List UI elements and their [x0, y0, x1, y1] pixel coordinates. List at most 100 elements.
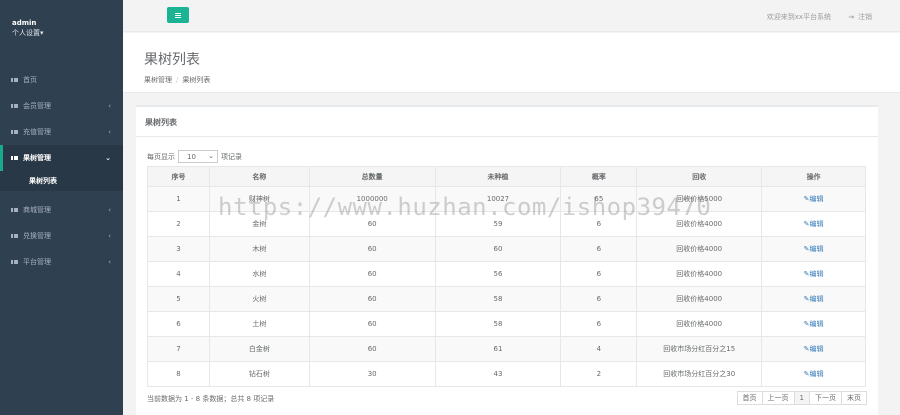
- grid-icon: [11, 233, 18, 239]
- table-cell: ✎编辑: [761, 186, 866, 212]
- sidebar-item-label: 首页: [23, 76, 37, 84]
- length-prefix: 每页显示: [147, 152, 175, 161]
- table-cell: 钻石树: [208, 361, 310, 387]
- table-header-row: 序号 名称 总数量 未种植 概率 回收 操作: [147, 166, 866, 187]
- table-cell: 木树: [208, 236, 310, 262]
- table-cell: 火树: [208, 286, 310, 312]
- edit-link[interactable]: ✎编辑: [804, 370, 824, 378]
- table-cell: ✎编辑: [761, 261, 866, 287]
- grid-icon: [11, 259, 18, 265]
- table-cell: 土树: [208, 311, 310, 337]
- table-cell: 6: [560, 311, 638, 337]
- table-cell: 58: [434, 286, 562, 312]
- pager-page-1[interactable]: 1: [793, 391, 810, 405]
- column-header[interactable]: 回收: [636, 166, 763, 187]
- sidebar-item-exchange[interactable]: 兑换管理 ‹: [0, 223, 123, 249]
- table-cell: 56: [434, 261, 562, 287]
- table-cell: ✎编辑: [761, 286, 866, 312]
- pager-first[interactable]: 首页: [736, 391, 763, 405]
- top-navbar: 欢迎来到xx平台系统 ⇥ 注销: [123, 0, 900, 32]
- breadcrumb-current: 果树列表: [182, 76, 211, 84]
- table-cell: 61: [434, 336, 562, 362]
- edit-link[interactable]: ✎编辑: [804, 245, 824, 253]
- edit-link[interactable]: ✎编辑: [804, 270, 824, 278]
- table-cell: 6: [147, 311, 210, 337]
- personal-settings-dropdown[interactable]: 个人设置▾: [12, 28, 123, 38]
- chevron-left-icon: ‹: [108, 258, 111, 266]
- page-heading: 果树列表 果树管理 / 果树列表: [123, 33, 900, 93]
- table-cell: 6: [560, 211, 638, 237]
- table-cell: 6: [560, 261, 638, 287]
- table-cell: 回收价格4000: [636, 261, 763, 287]
- table-info: 当前数据为 1 - 8 条数据；总共 8 项记录: [147, 395, 275, 403]
- chevron-left-icon: ‹: [108, 232, 111, 240]
- pagination: 首页 上一页 1 下一页 末页: [736, 391, 867, 405]
- username: admin: [12, 19, 37, 27]
- table-cell: 60: [308, 286, 436, 312]
- table-row: 6 土树 60 58 6 回收价格4000 ✎编辑: [147, 311, 866, 337]
- grid-icon: [11, 155, 18, 161]
- table-cell: 58: [434, 311, 562, 337]
- chevron-down-icon: ⌄: [105, 154, 111, 162]
- sidebar: admin 个人设置▾ 首页 会员管理 ‹ 充值管理 ‹ 果树管理 ⌄ 果树列表…: [0, 0, 123, 415]
- column-header[interactable]: 序号: [147, 166, 210, 187]
- breadcrumb-link[interactable]: 果树管理: [144, 76, 172, 84]
- table-cell: 回收价格4000: [636, 286, 763, 312]
- column-header[interactable]: 未种植: [434, 166, 562, 187]
- table-cell: 60: [308, 261, 436, 287]
- sign-out-icon: ⇥: [848, 13, 854, 21]
- fruit-tree-table: 序号 名称 总数量 未种植 概率 回收 操作 1 财神树 1000000 100…: [147, 166, 866, 387]
- sidebar-item-fruit-trees[interactable]: 果树管理 ⌄: [0, 145, 123, 171]
- page-length-select[interactable]: 10 ⌄: [178, 150, 218, 163]
- panel-title: 果树列表: [136, 107, 878, 137]
- chevron-left-icon: ‹: [108, 128, 111, 136]
- table-cell: 6: [560, 236, 638, 262]
- edit-link[interactable]: ✎编辑: [804, 320, 824, 328]
- table-cell: 30: [308, 361, 436, 387]
- edit-link[interactable]: ✎编辑: [804, 295, 824, 303]
- hamburger-icon: [175, 12, 181, 18]
- sidebar-item-members[interactable]: 会员管理 ‹: [0, 93, 123, 119]
- table-cell: 3: [147, 236, 210, 262]
- pager-next[interactable]: 下一页: [809, 391, 842, 405]
- sidebar-item-label: 商城管理: [23, 206, 51, 214]
- table-cell: 1000000: [308, 186, 436, 212]
- table-cell: 水树: [208, 261, 310, 287]
- length-suffix: 项记录: [221, 152, 242, 161]
- column-header[interactable]: 概率: [560, 166, 638, 187]
- table-cell: 回收价格4000: [636, 236, 763, 262]
- pager-prev[interactable]: 上一页: [761, 391, 795, 405]
- column-header[interactable]: 操作: [761, 166, 866, 187]
- sidebar-item-platform[interactable]: 平台管理 ‹: [0, 249, 123, 275]
- welcome-text: 欢迎来到xx平台系统: [766, 13, 831, 21]
- table-row: 7 白金树 60 61 4 回收市场分红百分之15 ✎编辑: [147, 336, 866, 362]
- edit-link[interactable]: ✎编辑: [804, 345, 824, 353]
- table-cell: ✎编辑: [761, 236, 866, 262]
- column-header[interactable]: 名称: [208, 166, 310, 187]
- grid-icon: [11, 103, 18, 109]
- sidebar-item-recharge[interactable]: 充值管理 ‹: [0, 119, 123, 145]
- menu-toggle-button[interactable]: [167, 7, 189, 23]
- user-profile: admin 个人设置▾: [0, 0, 123, 57]
- table-cell: 60: [308, 336, 436, 362]
- column-header[interactable]: 总数量: [308, 166, 436, 187]
- table-cell: ✎编辑: [761, 361, 866, 387]
- grid-icon: [11, 77, 18, 83]
- grid-icon: [11, 129, 18, 135]
- edit-link[interactable]: ✎编辑: [804, 220, 824, 228]
- logout-link[interactable]: ⇥ 注销: [848, 12, 872, 22]
- table-cell: 回收市场分红百分之15: [636, 336, 763, 362]
- sidebar-subitem-fruit-tree-list[interactable]: 果树列表: [0, 171, 123, 191]
- sidebar-item-label: 会员管理: [23, 102, 51, 110]
- table-cell: 金树: [208, 211, 310, 237]
- edit-link[interactable]: ✎编辑: [804, 195, 824, 203]
- table-cell: 60: [308, 236, 436, 262]
- pager-last[interactable]: 末页: [841, 391, 867, 405]
- table-row: 8 钻石树 30 43 2 回收市场分红百分之30 ✎编辑: [147, 361, 866, 387]
- sidebar-item-home[interactable]: 首页: [0, 67, 123, 93]
- content-panel: 果树列表 每页显示 10 ⌄ 项记录 序号 名称 总数量 未种植 概率 回收 操…: [136, 105, 878, 415]
- sidebar-item-mall[interactable]: 商城管理 ‹: [0, 197, 123, 223]
- table-cell: 回收价格5000: [636, 186, 763, 212]
- page-title: 果树列表: [144, 52, 200, 68]
- table-cell: 4: [560, 336, 638, 362]
